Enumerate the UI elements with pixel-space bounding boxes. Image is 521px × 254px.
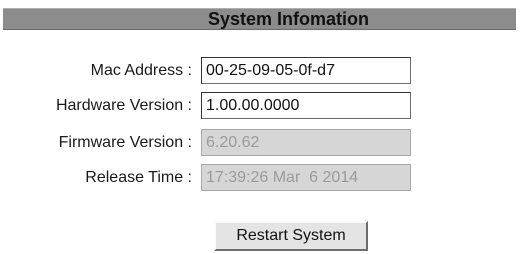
hardware-version-label: Hardware Version : <box>55 97 192 114</box>
page-title: System Infomation <box>208 9 370 29</box>
mac-address-label: Mac Address : <box>90 62 192 79</box>
mac-address-input[interactable] <box>201 57 411 84</box>
release-time-field <box>201 164 411 191</box>
mac-address-row: Mac Address : <box>0 57 521 85</box>
hardware-version-input[interactable] <box>201 92 411 119</box>
restart-system-button[interactable]: Restart System <box>214 221 368 251</box>
title-bar: System Infomation <box>3 8 516 30</box>
release-time-label: Release Time : <box>85 169 192 186</box>
firmware-version-label: Firmware Version : <box>58 134 192 151</box>
hardware-version-row: Hardware Version : <box>0 92 521 120</box>
release-time-row: Release Time : <box>0 164 521 192</box>
firmware-version-row: Firmware Version : <box>0 129 521 157</box>
firmware-version-field <box>201 129 411 156</box>
